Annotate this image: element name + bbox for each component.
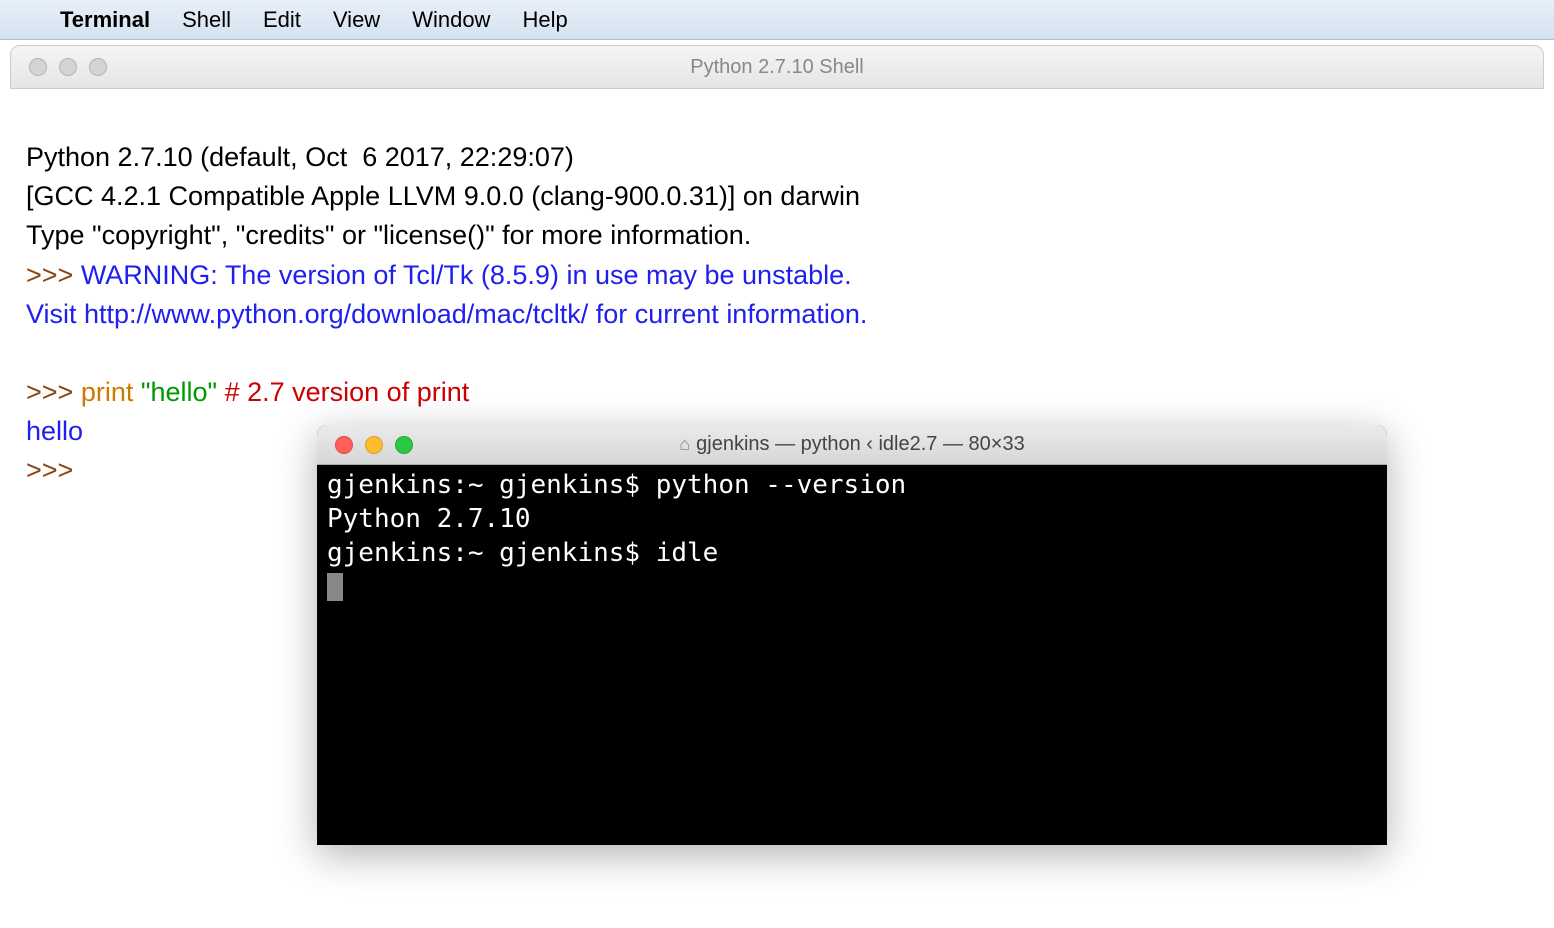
terminal-line: Python 2.7.10 xyxy=(327,503,1377,537)
terminal-cursor-line xyxy=(327,570,1377,604)
idle-warning-line1: WARNING: The version of Tcl/Tk (8.5.9) i… xyxy=(81,260,852,290)
idle-banner-line2: [GCC 4.2.1 Compatible Apple LLVM 9.0.0 (… xyxy=(26,181,860,211)
terminal-titlebar[interactable]: ⌂ gjenkins — python ‹ idle2.7 — 80×33 xyxy=(317,425,1387,465)
idle-titlebar[interactable]: Python 2.7.10 Shell xyxy=(10,45,1544,89)
terminal-window[interactable]: ⌂ gjenkins — python ‹ idle2.7 — 80×33 gj… xyxy=(317,425,1387,845)
terminal-traffic-lights xyxy=(317,436,413,454)
terminal-line: gjenkins:~ gjenkins$ idle xyxy=(327,537,1377,571)
menubar-edit[interactable]: Edit xyxy=(263,7,301,33)
idle-banner-line3: Type "copyright", "credits" or "license(… xyxy=(26,220,751,250)
close-button[interactable] xyxy=(335,436,353,454)
idle-space xyxy=(133,377,141,407)
idle-output-hello: hello xyxy=(26,416,83,446)
idle-window-title: Python 2.7.10 Shell xyxy=(11,56,1543,79)
terminal-title-text: gjenkins — python ‹ idle2.7 — 80×33 xyxy=(696,433,1025,456)
idle-string-hello: "hello" xyxy=(141,377,217,407)
terminal-content[interactable]: gjenkins:~ gjenkins$ python --version Py… xyxy=(317,465,1387,845)
menubar-app-name[interactable]: Terminal xyxy=(60,7,150,33)
idle-prompt: >>> xyxy=(26,377,81,407)
idle-warning-line2: Visit http://www.python.org/download/mac… xyxy=(26,299,867,329)
maximize-button[interactable] xyxy=(89,58,107,76)
idle-prompt: >>> xyxy=(26,260,81,290)
close-button[interactable] xyxy=(29,58,47,76)
minimize-button[interactable] xyxy=(59,58,77,76)
macos-menubar: Terminal Shell Edit View Window Help xyxy=(0,0,1554,40)
minimize-button[interactable] xyxy=(365,436,383,454)
terminal-window-title: ⌂ gjenkins — python ‹ idle2.7 — 80×33 xyxy=(317,433,1387,456)
idle-traffic-lights xyxy=(11,58,107,76)
menubar-window[interactable]: Window xyxy=(412,7,490,33)
terminal-cursor xyxy=(327,573,343,601)
idle-prompt: >>> xyxy=(26,455,81,485)
menubar-shell[interactable]: Shell xyxy=(182,7,231,33)
home-icon: ⌂ xyxy=(679,434,690,455)
menubar-view[interactable]: View xyxy=(333,7,380,33)
idle-keyword-print: print xyxy=(81,377,134,407)
maximize-button[interactable] xyxy=(395,436,413,454)
menubar-help[interactable]: Help xyxy=(522,7,567,33)
idle-banner-line1: Python 2.7.10 (default, Oct 6 2017, 22:2… xyxy=(26,142,574,172)
idle-comment: # 2.7 version of print xyxy=(217,377,469,407)
terminal-line: gjenkins:~ gjenkins$ python --version xyxy=(327,469,1377,503)
